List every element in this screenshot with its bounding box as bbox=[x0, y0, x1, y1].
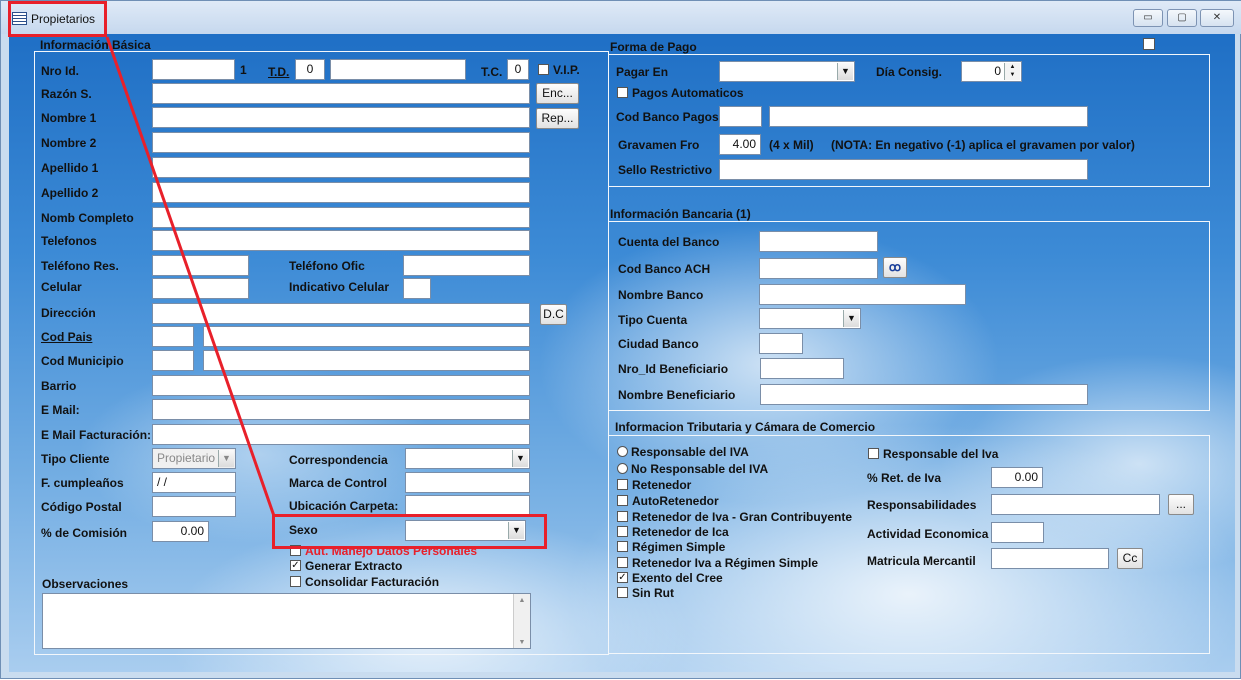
annotation-arrow-line bbox=[105, 36, 276, 517]
annotation-connector bbox=[105, 36, 276, 517]
propietarios-window: Propietarios ▭ ▢ ✕ Información Básica Nr… bbox=[0, 0, 1241, 679]
